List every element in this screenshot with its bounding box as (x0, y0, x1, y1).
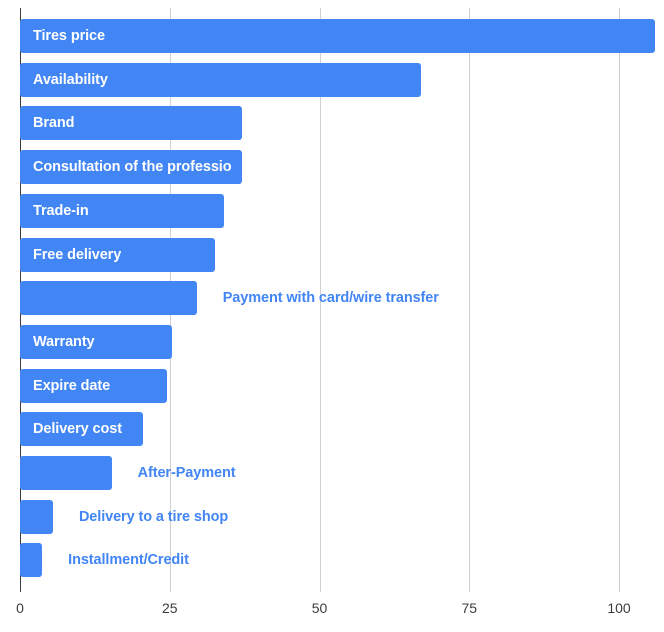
bar[interactable] (20, 543, 43, 578)
bar-label: Availability (33, 71, 108, 88)
x-tick-label: 50 (311, 600, 328, 616)
bar-label: Payment with card/wire transfer (222, 290, 439, 307)
bar-label: Consultation of the professio (33, 159, 232, 176)
bar-label: Delivery cost (33, 421, 122, 438)
bar-row: Availability (0, 62, 664, 97)
x-tick-label: 75 (461, 600, 478, 616)
plot-area: Tires price Availability Brand Consultation… (0, 0, 664, 592)
bar-row: After-Payment (0, 456, 664, 490)
bar-row: Expire date (0, 368, 664, 403)
bar-label: Free delivery (33, 246, 122, 263)
bar-row: Payment with card/wire transfer (0, 281, 664, 316)
bar-label: Tires price (33, 28, 105, 44)
bar-label: Trade-in (33, 202, 89, 219)
x-tick-label: 100 (607, 600, 631, 616)
bar-row: Brand (0, 106, 664, 141)
bar-label: Expire date (33, 377, 111, 394)
bar-row: Warranty (0, 324, 664, 359)
bar-label: After-Payment (137, 465, 236, 481)
bar-label: Installment/Credit (68, 552, 189, 569)
bar-row: Trade-in (0, 193, 664, 228)
bar-row: Installment/Credit (0, 543, 664, 578)
bar-chart: Tires price Availability Brand Consultation… (0, 0, 664, 632)
bar-row: Free delivery (0, 237, 664, 272)
bar[interactable] (20, 499, 53, 534)
bar-label: Warranty (33, 333, 95, 350)
bar-row: Tires price (0, 19, 664, 53)
bar[interactable] (20, 281, 197, 316)
bar[interactable] (20, 456, 112, 490)
x-tick-label: 25 (161, 600, 178, 616)
x-axis: 0 25 50 75 100 (0, 592, 664, 632)
bar-row: Delivery cost (0, 412, 664, 447)
x-tick-label: 0 (16, 600, 24, 616)
bar-label: Brand (33, 115, 75, 132)
bar-label: Delivery to a tire shop (78, 508, 229, 525)
bar[interactable] (20, 19, 655, 53)
bar-row: Delivery to a tire shop (0, 499, 664, 534)
bars-layer: Tires price Availability Brand Consultation… (0, 0, 664, 592)
bar-row: Consultation of the professio (0, 150, 664, 185)
